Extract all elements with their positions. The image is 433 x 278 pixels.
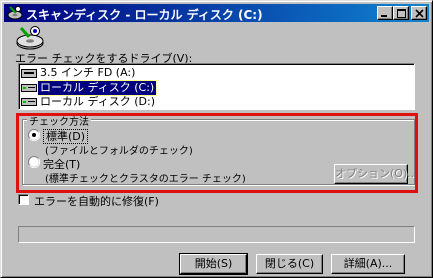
drive-item-label: ローカル ディスク (D:): [40, 95, 155, 108]
floppy-drive-icon: [21, 69, 37, 78]
drive-item-label: ローカル ディスク (C:): [36, 80, 158, 96]
hard-disk-icon: [21, 84, 37, 92]
thorough-description: (標準チェックとクラスタのエラー チェック): [45, 174, 246, 185]
progress-bar: [18, 226, 415, 243]
maximize-button[interactable]: [393, 6, 409, 20]
thorough-radio[interactable]: [28, 156, 40, 168]
check-method-title: チェック方法: [27, 113, 91, 128]
drive-item-label: 3.5 インチ FD (A:): [40, 66, 136, 79]
title-bar[interactable]: スキャンディスク - ローカル ディスク (C:): [4, 4, 429, 22]
standard-radio[interactable]: [28, 129, 40, 141]
minimize-button[interactable]: [377, 6, 393, 20]
window-title: スキャンディスク - ローカル ディスク (C:): [26, 8, 263, 22]
options-button[interactable]: オプション(O)...: [334, 164, 418, 184]
standard-description: (ファイルとフォルダのチェック): [45, 146, 193, 157]
auto-fix-checkbox[interactable]: [18, 194, 29, 205]
maximize-icon: [397, 9, 406, 18]
details-button[interactable]: 詳細(A)...: [331, 254, 405, 274]
scandisk-window: スキャンディスク - ローカル ディスク (C:) エラー チェックをするドライ…: [0, 0, 433, 278]
drive-list[interactable]: 3.5 インチ FD (A:) ローカル ディスク (C:) ローカル ディスク…: [18, 63, 415, 110]
scandisk-icon: [16, 26, 44, 50]
close-window-button[interactable]: [411, 6, 427, 20]
start-button[interactable]: 開始(S): [179, 253, 248, 275]
close-button[interactable]: 閉じる(C): [256, 254, 323, 274]
close-icon: [415, 9, 424, 18]
minimize-icon: [381, 15, 387, 17]
auto-fix-label[interactable]: エラーを自動的に修復(F): [34, 193, 159, 209]
scandisk-app-icon: [7, 6, 23, 20]
hard-disk-icon: [21, 98, 37, 106]
